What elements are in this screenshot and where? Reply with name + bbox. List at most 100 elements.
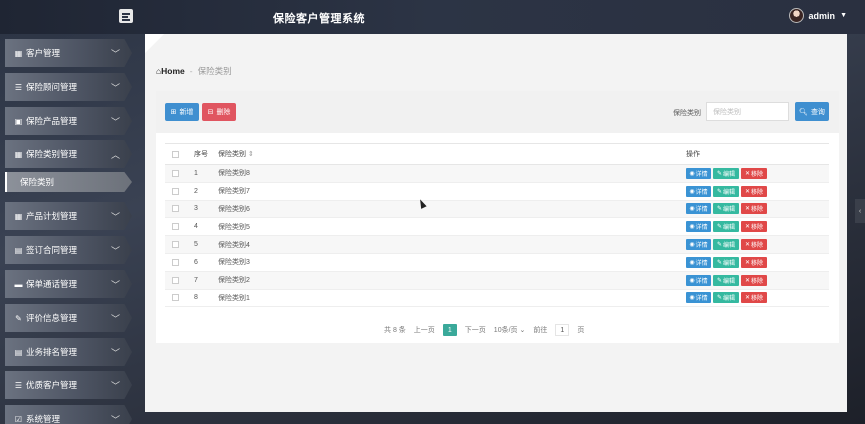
list-icon: ☰ <box>14 82 23 92</box>
detail-button[interactable]: ◉ 详情 <box>686 292 711 304</box>
table-row: 1 保险类别8 ◉ 详情 ✎ 编辑 ✕ 移除 <box>165 165 829 183</box>
sidebar-item[interactable]: ☰ 保险顾问管理 ﹀ <box>5 73 132 101</box>
side-panel-toggle[interactable]: ‹ <box>855 199 865 223</box>
detail-button[interactable]: ◉ 详情 <box>686 256 711 268</box>
row-checkbox[interactable] <box>171 187 179 195</box>
app-title: 保险客户管理系统 <box>273 13 365 25</box>
edit-button[interactable]: ✎ 编辑 <box>713 239 739 251</box>
sidebar-item-label: 保险产品管理 <box>26 116 78 126</box>
sidebar-item[interactable]: ▤ 签订合同管理 ﹀ <box>5 236 132 264</box>
pager-goto-label: 前往 <box>533 327 548 334</box>
edit-button[interactable]: ✎ 编辑 <box>713 292 739 304</box>
edit-icon: ✎ <box>716 206 722 213</box>
sidebar-item[interactable]: ▦ 产品计划管理 ﹀ <box>5 202 132 230</box>
row-no: 6 <box>194 258 198 266</box>
remove-button[interactable]: ✕ 移除 <box>741 185 767 197</box>
chevron-down-icon: ﹀ <box>110 414 120 424</box>
pager-size-select[interactable]: 10条/页 ⌄ <box>494 325 526 335</box>
top-bar: 保险客户管理系统 admin ▼ <box>0 0 865 34</box>
clipboard-icon: ▤ <box>14 245 23 255</box>
edit-button[interactable]: ✎ 编辑 <box>713 221 739 233</box>
edit-icon: ✎ <box>15 313 22 323</box>
breadcrumb-home[interactable]: ⌂Home <box>156 66 185 76</box>
sidebar-item[interactable]: ☑ 系统管理 ﹀ <box>5 405 132 424</box>
remove-button[interactable]: ✕ 移除 <box>741 274 767 286</box>
remove-button[interactable]: ✕ 移除 <box>741 221 767 233</box>
chevron-down-icon: ﹀ <box>110 347 120 358</box>
user-name: admin <box>808 10 836 21</box>
remove-button[interactable]: ✕ 移除 <box>741 167 767 179</box>
sidebar-item[interactable]: ▬ 保单通话管理 ﹀ <box>5 270 132 298</box>
row-checkbox[interactable] <box>171 276 179 284</box>
search-icon: 🔍︎ <box>799 108 808 116</box>
table-row: 7 保险类别2 ◉ 详情 ✎ 编辑 ✕ 移除 <box>165 271 829 290</box>
sidebar-item-label: 产品计划管理 <box>26 211 78 221</box>
user-menu[interactable]: admin ▼ <box>788 8 847 23</box>
chevron-down-icon: ﹀ <box>110 116 120 127</box>
chevron-down-icon: ﹀ <box>110 313 120 324</box>
tab-corner <box>145 34 167 54</box>
row-actions: ◉ 详情 ✎ 编辑 ✕ 移除 <box>685 239 829 251</box>
pager-prev[interactable]: 上一页 <box>414 325 435 335</box>
chevron-down-icon: ﹀ <box>110 245 120 256</box>
row-name: 保险类别6 <box>218 205 250 213</box>
delete-button[interactable]: ⊟ 删除 <box>202 103 236 121</box>
sidebar-subitem-insurance-category[interactable]: 保险类别 <box>5 172 132 192</box>
detail-button[interactable]: ◉ 详情 <box>686 203 711 215</box>
row-name: 保险类别5 <box>218 223 250 231</box>
pager-goto-input[interactable]: 1 <box>555 324 570 336</box>
edit-button[interactable]: ✎ 编辑 <box>713 203 739 215</box>
plus-square-icon: ⊞ <box>170 109 177 116</box>
edit-button[interactable]: ✎ 编辑 <box>713 256 739 268</box>
row-name: 保险类别7 <box>218 188 250 196</box>
row-name: 保险类别2 <box>218 277 250 285</box>
remove-button[interactable]: ✕ 移除 <box>741 239 767 251</box>
row-checkbox[interactable] <box>171 205 179 213</box>
sidebar-item-label: 评价信息管理 <box>26 313 78 323</box>
sidebar-item[interactable]: ☰ 优质客户管理 ﹀ <box>5 371 132 399</box>
remove-button[interactable]: ✕ 移除 <box>741 256 767 268</box>
menu-toggle-button[interactable] <box>119 9 133 23</box>
detail-button[interactable]: ◉ 详情 <box>686 221 711 233</box>
detail-button[interactable]: ◉ 详情 <box>686 239 711 251</box>
pager-current-page[interactable]: 1 <box>442 324 457 336</box>
sidebar-item-label: 业务排名管理 <box>26 347 78 357</box>
add-button[interactable]: ⊞ 新增 <box>165 103 199 121</box>
row-name: 保险类别4 <box>218 241 250 249</box>
eye-icon: ◉ <box>689 295 695 302</box>
category-table: 序号 保险类别 ⇕ 操作 1 保险类别8 ◉ 详情 ✎ 编辑 ✕ 移除 2 保险类别7 ◉ 详情 ✎ 编辑… <box>165 143 829 308</box>
row-checkbox[interactable] <box>171 258 179 266</box>
detail-button[interactable]: ◉ 详情 <box>686 185 711 197</box>
sidebar-item[interactable]: ✎ 评价信息管理 ﹀ <box>5 304 132 332</box>
table-row: 8 保险类别1 ◉ 详情 ✎ 编辑 ✕ 移除 <box>165 290 829 308</box>
search-button[interactable]: 🔍︎ 查询 <box>795 102 829 121</box>
remove-button[interactable]: ✕ 移除 <box>741 292 767 304</box>
row-actions: ◉ 详情 ✎ 编辑 ✕ 移除 <box>685 185 829 197</box>
eye-icon: ◉ <box>689 242 695 249</box>
pager-next[interactable]: 下一页 <box>465 325 486 335</box>
select-all-checkbox[interactable] <box>171 150 179 158</box>
search-input[interactable]: 保险类别 <box>706 102 789 121</box>
sidebar-item[interactable]: ▤ 业务排名管理 ﹀ <box>5 338 132 366</box>
row-checkbox[interactable] <box>171 223 179 231</box>
check-square-icon: ☑ <box>14 414 23 424</box>
sidebar-item-label: 系统管理 <box>26 414 61 424</box>
edit-button[interactable]: ✎ 编辑 <box>713 185 739 197</box>
edit-button[interactable]: ✎ 编辑 <box>713 274 739 286</box>
sort-icon[interactable]: ⇕ <box>248 151 254 158</box>
row-checkbox[interactable] <box>171 294 179 302</box>
row-checkbox[interactable] <box>171 169 179 177</box>
sidebar-item[interactable]: ▣ 保险产品管理 ﹀ <box>5 107 132 135</box>
row-no: 3 <box>194 205 198 213</box>
sidebar-item[interactable]: ▦ 客户管理 ﹀ <box>5 39 132 67</box>
remove-button[interactable]: ✕ 移除 <box>741 203 767 215</box>
row-checkbox[interactable] <box>171 241 179 249</box>
edit-icon: ✎ <box>716 259 722 266</box>
edit-button[interactable]: ✎ 编辑 <box>713 167 739 179</box>
avatar <box>788 8 804 23</box>
detail-button[interactable]: ◉ 详情 <box>686 167 711 179</box>
header-name[interactable]: 保险类别 ⇕ <box>218 149 685 159</box>
detail-button[interactable]: ◉ 详情 <box>686 274 711 286</box>
edit-icon: ✎ <box>716 277 722 284</box>
sidebar-item[interactable]: ▦ 保险类别管理 ︿ <box>5 140 132 168</box>
